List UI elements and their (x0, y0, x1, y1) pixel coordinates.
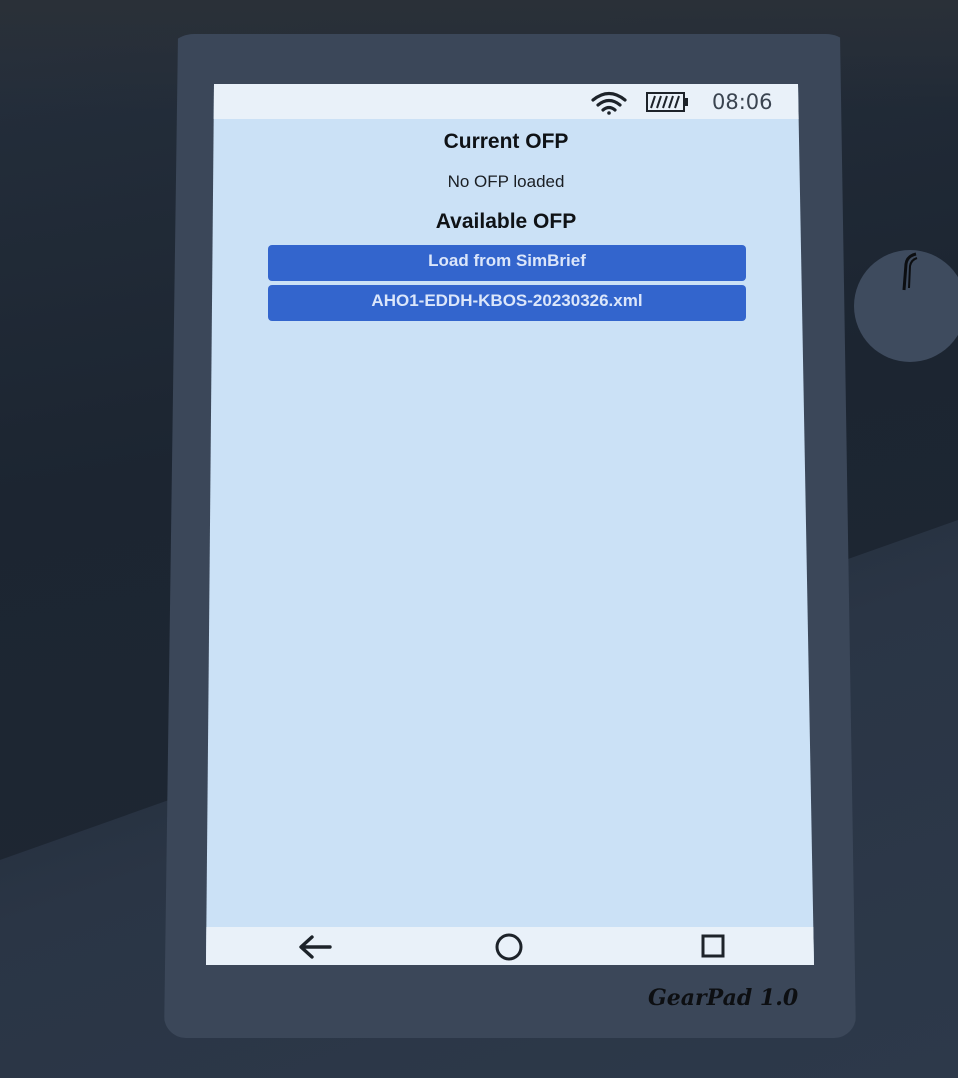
ofp-file-button[interactable]: AHO1-EDDH-KBOS-20230326.xml (268, 285, 746, 321)
available-ofp-heading: Available OFP (435, 210, 577, 233)
navigation-bar (206, 927, 814, 965)
device-brand-label: GearPad 1.0 (648, 985, 799, 1011)
knob-indicator-icon (902, 252, 918, 291)
cockpit-scene: 08:06 Current OFP No OFP loaded Availabl… (0, 0, 958, 1078)
wifi-icon (591, 91, 627, 115)
circle-home-icon[interactable] (494, 932, 524, 962)
status-bar: 08:06 (206, 84, 814, 119)
load-from-simbrief-button[interactable]: Load from SimBrief (268, 245, 746, 281)
battery-icon (646, 92, 688, 112)
tablet-screen: 08:06 Current OFP No OFP loaded Availabl… (206, 84, 814, 965)
current-ofp-status: No OFP loaded (447, 172, 565, 191)
arrow-left-icon[interactable] (298, 934, 332, 960)
status-clock: 08:06 (712, 90, 773, 114)
square-recent-icon[interactable] (700, 933, 726, 959)
current-ofp-heading: Current OFP (443, 130, 569, 153)
